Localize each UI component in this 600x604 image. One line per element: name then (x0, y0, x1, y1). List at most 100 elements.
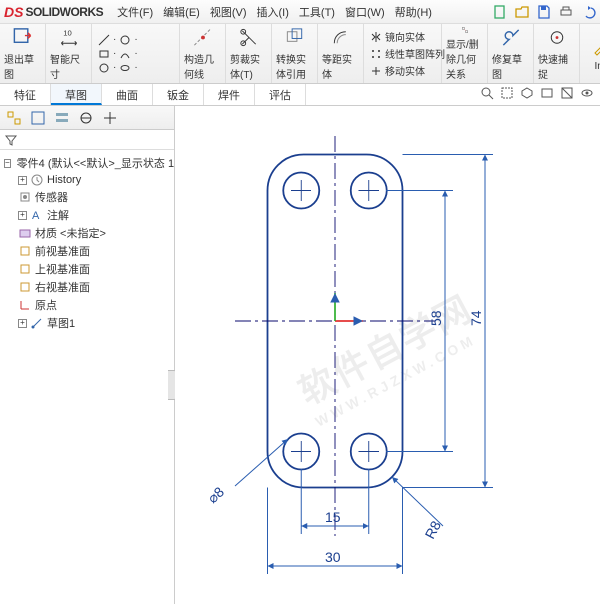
menu-tools[interactable]: 工具(T) (295, 2, 339, 22)
rapid-icon (591, 35, 600, 59)
smart-dimension-button[interactable]: 10 智能尺寸 (46, 24, 92, 83)
dim-58[interactable]: 58 (428, 310, 444, 326)
graphics-area[interactable]: 软件自学网 WWW.RJZXW.COM (175, 106, 600, 604)
tree-top-plane[interactable]: 上视基准面 (4, 260, 170, 278)
display-relations-label: 显示/删除几何关系 (446, 36, 483, 81)
fm-tab-property-icon[interactable] (30, 110, 46, 126)
quick-access-toolbar (492, 4, 596, 20)
feature-manager-toolbar (0, 130, 174, 150)
rect-tool[interactable]: · · (98, 48, 138, 60)
zoom-fit-icon[interactable] (480, 86, 494, 103)
hide-show-icon[interactable] (580, 86, 594, 103)
annotations-icon: A (30, 208, 44, 222)
convert-entities-label: 转换实体引用 (276, 51, 313, 81)
linear-pattern[interactable]: 线性草图阵列 (370, 46, 445, 61)
filter-icon[interactable] (4, 133, 18, 147)
dim-74[interactable]: 74 (468, 310, 484, 326)
app-logo: DS SOLIDWORKS (4, 4, 103, 20)
view-orientation-icon[interactable] (520, 86, 534, 103)
repair-icon (499, 26, 523, 49)
offset-entities-label: 等距实体 (322, 51, 359, 81)
zoom-area-icon[interactable] (500, 86, 514, 103)
tree-right-plane[interactable]: 右视基准面 (4, 278, 170, 296)
print-icon[interactable] (558, 4, 574, 20)
trim-icon (237, 26, 261, 49)
open-icon[interactable] (514, 4, 530, 20)
trim-entities-button[interactable]: 剪裁实体(T) (226, 24, 272, 83)
exit-sketch-icon (11, 26, 35, 49)
tab-sketch[interactable]: 草图 (51, 84, 102, 105)
app-name: SOLIDWORKS (25, 5, 103, 19)
new-icon[interactable] (492, 4, 508, 20)
convert-entities-button[interactable]: 转换实体引用 (272, 24, 318, 83)
offset-entities-button[interactable]: 等距实体 (318, 24, 364, 83)
tree-root[interactable]: −零件4 (默认<<默认>_显示状态 1>) (4, 154, 170, 172)
circle-tool[interactable]: · · (98, 62, 138, 74)
plane-icon (18, 262, 32, 276)
fm-tab-config-icon[interactable] (54, 110, 70, 126)
fm-tab-tree-icon[interactable] (6, 110, 22, 126)
convert-icon (283, 26, 307, 49)
main-area: −零件4 (默认<<默认>_显示状态 1>) +History 传感器 +A注解… (0, 106, 600, 604)
save-icon[interactable] (536, 4, 552, 20)
tree-annotations[interactable]: +A注解 (4, 206, 170, 224)
material-icon (18, 226, 32, 240)
sketch-drawing: 74 58 30 15 ⌀8 R8 (175, 106, 600, 604)
sketch-tools-group: · · · · · · (92, 24, 180, 83)
display-relations-button[interactable]: 显示/删除几何关系 (442, 24, 488, 83)
tree-front-plane[interactable]: 前视基准面 (4, 242, 170, 260)
mirror-entities[interactable]: 镜向实体 (370, 29, 425, 44)
tab-features[interactable]: 特征 (0, 84, 51, 105)
move-entities[interactable]: 移动实体 (370, 63, 425, 78)
menu-edit[interactable]: 编辑(E) (159, 2, 204, 22)
quick-snap-label: 快速捕捉 (538, 51, 575, 81)
dim-r8[interactable]: R8 (422, 518, 445, 542)
tab-weldments[interactable]: 焊件 (204, 84, 255, 105)
dim-15[interactable]: 15 (325, 509, 341, 525)
repair-sketch-button[interactable]: 修复草图 (488, 24, 534, 83)
construction-geom-icon (191, 26, 215, 49)
menu-view[interactable]: 视图(V) (206, 2, 251, 22)
trim-entities-label: 剪裁实体(T) (230, 51, 267, 81)
plane-icon (18, 280, 32, 294)
svg-text:A: A (32, 210, 40, 222)
menu-insert[interactable]: 插入(I) (253, 2, 293, 22)
dim-30[interactable]: 30 (325, 549, 341, 565)
sketch-icon (30, 316, 44, 330)
construction-geometry-label: 构造几何线 (184, 51, 221, 81)
history-icon (30, 173, 44, 187)
snap-icon (545, 26, 569, 49)
dim-dia8[interactable]: ⌀8 (204, 483, 227, 506)
line-tool[interactable]: · · (98, 34, 138, 46)
section-view-icon[interactable] (560, 86, 574, 103)
tab-sheetmetal[interactable]: 钣金 (153, 84, 204, 105)
fm-tab-display-icon[interactable] (102, 110, 118, 126)
exit-sketch-button[interactable]: 退出草图 (0, 24, 46, 83)
feature-manager-panel: −零件4 (默认<<默认>_显示状态 1>) +History 传感器 +A注解… (0, 106, 175, 604)
origin-icon (18, 298, 32, 312)
tab-surfaces[interactable]: 曲面 (102, 84, 153, 105)
rapid-sketch-label: Inst (594, 61, 600, 72)
menu-file[interactable]: 文件(F) (113, 2, 157, 22)
tree-material[interactable]: 材质 <未指定> (4, 224, 170, 242)
construction-geometry-button[interactable]: 构造几何线 (180, 24, 226, 83)
plane-icon (18, 244, 32, 258)
tree-sketch1[interactable]: +草图1 (4, 314, 170, 332)
exit-sketch-label: 退出草图 (4, 51, 41, 81)
menu-window[interactable]: 窗口(W) (341, 2, 389, 22)
tree-sensors[interactable]: 传感器 (4, 188, 170, 206)
display-style-icon[interactable] (540, 86, 554, 103)
feature-tree: −零件4 (默认<<默认>_显示状态 1>) +History 传感器 +A注解… (0, 150, 174, 604)
logo-ds-icon: DS (4, 4, 23, 20)
tree-history[interactable]: +History (4, 172, 170, 188)
rapid-sketch-button[interactable]: Inst (580, 24, 600, 83)
menu-help[interactable]: 帮助(H) (391, 2, 436, 22)
tree-origin[interactable]: 原点 (4, 296, 170, 314)
pattern-group: 镜向实体 线性草图阵列 移动实体 (364, 24, 442, 83)
smart-dimension-label: 智能尺寸 (50, 51, 87, 81)
tab-evaluate[interactable]: 评估 (255, 84, 306, 105)
quick-snap-button[interactable]: 快速捕捉 (534, 24, 580, 83)
fm-tab-dimx-icon[interactable] (78, 110, 94, 126)
main-menu: 文件(F) 编辑(E) 视图(V) 插入(I) 工具(T) 窗口(W) 帮助(H… (113, 2, 436, 22)
undo-icon[interactable] (580, 4, 596, 20)
